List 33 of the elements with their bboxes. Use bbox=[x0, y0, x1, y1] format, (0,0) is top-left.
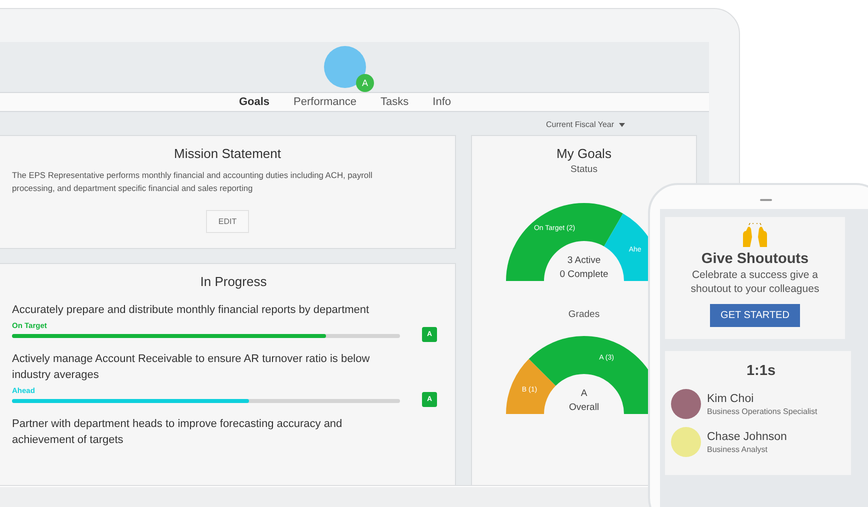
edit-button[interactable]: EDIT bbox=[206, 210, 249, 234]
gauge-center-label: A bbox=[580, 388, 588, 399]
person-name[interactable]: Chase Johnson bbox=[707, 430, 787, 443]
goal-title[interactable]: Accurately prepare and distribute monthly financial reports by department bbox=[12, 303, 384, 318]
card-title: In Progress bbox=[199, 273, 268, 289]
gauge-center-label: 0 Complete bbox=[560, 269, 608, 280]
chart-subtitle: Grades bbox=[568, 309, 600, 320]
period-dropdown[interactable]: Current Fiscal Year bbox=[546, 120, 625, 129]
person-role: Business Operations Specialist bbox=[707, 406, 818, 416]
card-title: My Goals bbox=[556, 145, 612, 161]
mission-text: The EPS Representative performs monthly financial and accounting duties including ACH, payroll processing, and department specific financial and sales reporting bbox=[12, 169, 374, 194]
one-on-ones-title: 1:1s bbox=[745, 363, 777, 380]
gauge-center-label: 3 Active bbox=[567, 255, 601, 266]
person-avatar bbox=[671, 389, 701, 420]
card-title: Mission Statement bbox=[173, 145, 282, 161]
tab[interactable]: Info bbox=[432, 93, 452, 111]
goal-title[interactable]: Partner with department heads to improve forecasting accuracy and achievement of targets bbox=[12, 417, 384, 448]
shoutout-title: Give Shoutouts bbox=[701, 251, 809, 267]
chart-subtitle: Status bbox=[570, 164, 598, 175]
raised-hands-icon bbox=[740, 223, 770, 249]
person-name[interactable]: Kim Choi bbox=[707, 392, 818, 405]
shoutout-text: Celebrate a success give a shoutout to your colleagues bbox=[690, 269, 820, 296]
person-avatar bbox=[671, 427, 701, 458]
person-role: Business Analyst bbox=[707, 444, 768, 454]
goal-title[interactable]: Actively manage Account Receivable to ensure AR turnover ratio is below industry averages bbox=[12, 352, 384, 384]
profile-avatar[interactable] bbox=[324, 46, 366, 88]
tab[interactable]: Goals bbox=[238, 93, 270, 111]
caret-icon bbox=[619, 122, 625, 126]
gauge-center-label: Overall bbox=[568, 402, 600, 413]
profile-badge: A bbox=[356, 74, 374, 92]
get-started-button[interactable]: GET STARTED bbox=[710, 304, 800, 328]
tab[interactable]: Tasks bbox=[380, 93, 409, 111]
tab[interactable]: Performance bbox=[294, 93, 357, 111]
